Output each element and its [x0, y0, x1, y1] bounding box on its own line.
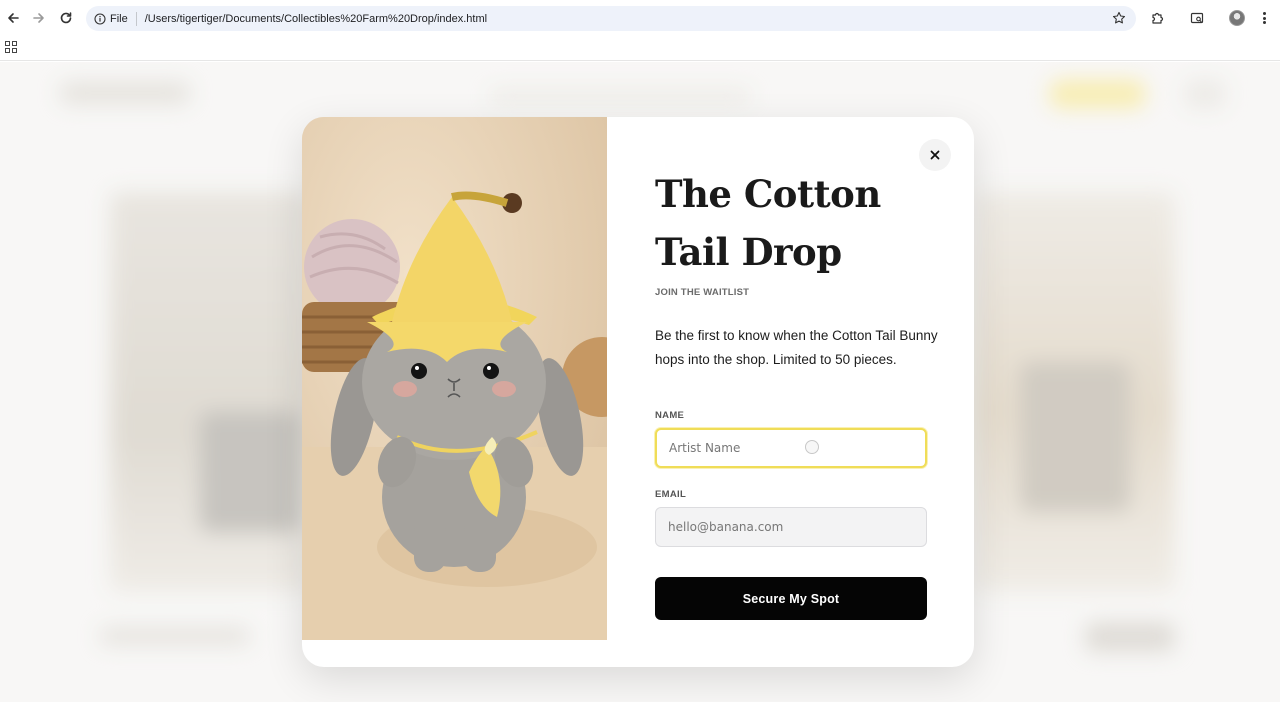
name-label: NAME	[655, 410, 685, 421]
browser-toolbar: File /Users/tigertiger/Documents/Collect…	[0, 0, 1280, 36]
back-icon[interactable]	[3, 8, 23, 28]
close-icon	[930, 150, 940, 160]
reload-icon[interactable]	[56, 8, 76, 28]
star-icon[interactable]	[1112, 11, 1126, 25]
modal-subtitle: JOIN THE WAITLIST	[655, 287, 750, 298]
bookmarks-bar	[0, 36, 1280, 61]
email-input[interactable]	[655, 507, 927, 547]
omnibox-divider	[135, 11, 137, 26]
profile-avatar[interactable]	[1229, 10, 1245, 26]
email-label: EMAIL	[655, 489, 687, 500]
product-image	[302, 117, 607, 640]
forward-icon[interactable]	[29, 8, 49, 28]
waitlist-modal: The Cotton Tail Drop JOIN THE WAITLIST B…	[302, 117, 974, 667]
modal-description: Be the first to know when the Cotton Tai…	[655, 328, 938, 367]
more-menu-icon[interactable]	[1259, 10, 1269, 26]
apps-icon[interactable]	[5, 41, 17, 53]
tab-search-icon[interactable]	[1189, 10, 1205, 26]
site-info-chip[interactable]: File	[94, 6, 128, 31]
security-label: File	[110, 12, 128, 25]
extensions-icon[interactable]	[1149, 10, 1165, 26]
address-bar[interactable]: File /Users/tigertiger/Documents/Collect…	[86, 6, 1136, 31]
url-text[interactable]: /Users/tigertiger/Documents/Collectibles…	[145, 13, 487, 25]
crochet-bunny-illustration	[302, 117, 607, 640]
modal-title: The Cotton Tail Drop	[655, 172, 881, 274]
info-icon	[94, 12, 106, 25]
secure-spot-button[interactable]: Secure My Spot	[655, 577, 927, 620]
name-input[interactable]	[655, 428, 927, 468]
